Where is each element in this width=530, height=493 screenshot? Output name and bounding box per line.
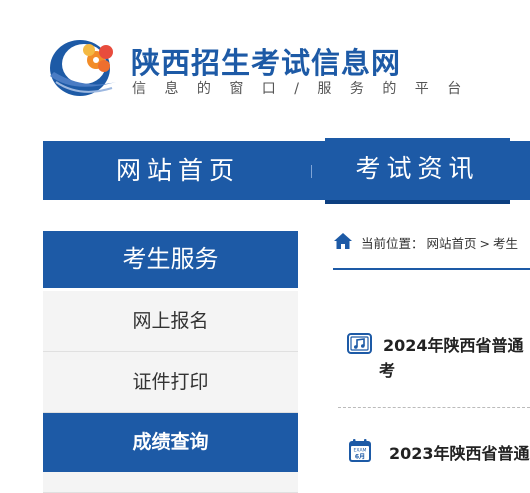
music-note-icon — [347, 333, 372, 354]
exam-calendar-icon: EXAM 6月 — [349, 439, 371, 462]
breadcrumb: 当前位置： 网站首页 > 考生 — [333, 228, 530, 270]
article-title[interactable]: 2023年陕西省普通 — [389, 440, 530, 464]
sidebar-item-certificate-print[interactable]: 证件打印 — [43, 352, 298, 413]
nav-item-home[interactable]: 网站首页 — [88, 141, 268, 200]
list-divider — [338, 407, 530, 408]
article-title-continued[interactable]: 考 — [379, 357, 395, 381]
list-item: 2024年陕西省普通 考 — [347, 331, 530, 391]
list-item: EXAM 6月 2023年陕西省普通 — [347, 438, 530, 468]
site-logo-icon[interactable] — [44, 32, 120, 100]
main-nav: 网站首页 考试资讯 — [43, 138, 530, 204]
breadcrumb-text: 当前位置： 网站首页 > 考生 — [361, 233, 521, 252]
site-slogan: 信 息 的 窗 口 / 服 务 的 平 台 — [132, 81, 469, 97]
breadcrumb-current: 考生 — [493, 236, 519, 251]
exam-icon-month: 6月 — [355, 453, 365, 461]
breadcrumb-home-link[interactable]: 网站首页 — [427, 236, 477, 251]
nav-item-exam-news[interactable]: 考试资讯 — [325, 138, 510, 204]
site-title: 陕西招生考试信息网 — [131, 46, 402, 80]
nav-separator — [311, 165, 312, 178]
sidebar-heading: 考生服务 — [43, 231, 298, 288]
home-icon — [334, 233, 352, 249]
breadcrumb-prefix: 当前位置： — [361, 236, 424, 251]
sidebar-item-score-query[interactable]: 成绩查询 — [43, 413, 298, 472]
article-title[interactable]: 2024年陕西省普通 — [383, 332, 524, 356]
sidebar-item-online-registration[interactable]: 网上报名 — [43, 291, 298, 352]
sidebar-item-next[interactable] — [43, 472, 298, 493]
breadcrumb-separator: > — [479, 236, 491, 251]
site-header: 陕西招生考试信息网 信 息 的 窗 口 / 服 务 的 平 台 — [0, 0, 530, 140]
